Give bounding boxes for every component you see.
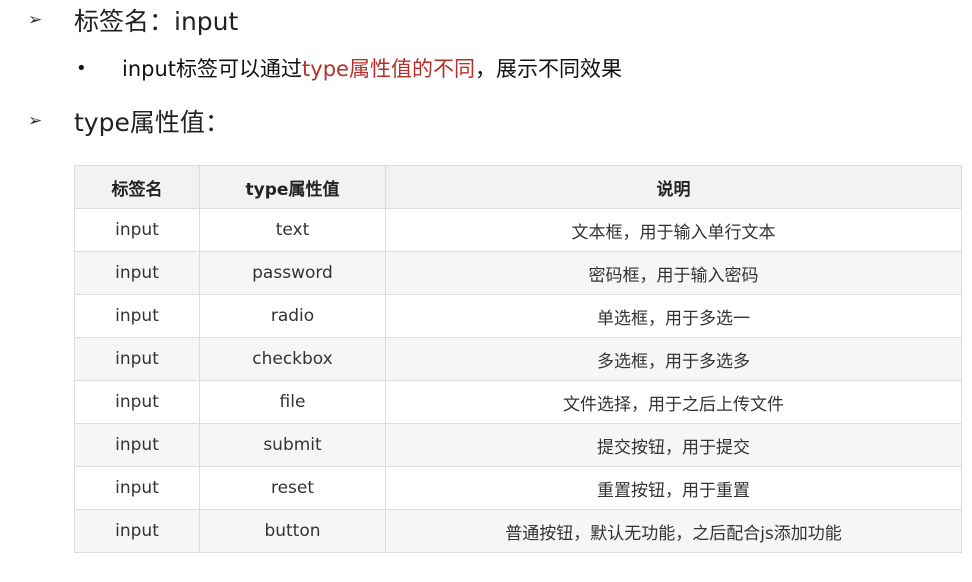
cell-description: 文件选择，用于之后上传文件 [385,380,962,424]
cell-tag-name: input [74,423,200,467]
subpoint-text-highlight: type属性值的不同 [302,57,475,81]
cell-description: 多选框，用于多选多 [385,337,962,381]
input-type-table: 标签名 type属性值 说明 input text 文本框，用于输入单行文本 i… [74,165,962,553]
cell-type-value: checkbox [199,337,386,381]
cell-type-value: reset [199,466,386,510]
cell-type-value: file [199,380,386,424]
cell-type-value: radio [199,294,386,338]
arrow-bullet-icon: ➢ [28,111,43,131]
cell-type-value: text [199,208,386,252]
heading-type-attribute-text: type属性值： [74,108,230,137]
column-header-description: 说明 [385,165,962,209]
cell-tag-name: input [74,251,200,295]
cell-type-value: submit [199,423,386,467]
cell-type-value: button [199,509,386,553]
table-row: input file 文件选择，用于之后上传文件 [74,380,962,424]
cell-description: 提交按钮，用于提交 [385,423,962,467]
column-header-tag-name: 标签名 [74,165,200,209]
arrow-bullet-icon: ➢ [28,10,43,30]
subpoint-text-before: input标签可以通过 [122,57,303,81]
table-header-row: 标签名 type属性值 说明 [74,165,962,209]
dot-bullet-icon: • [76,57,87,79]
cell-tag-name: input [74,466,200,510]
table-row: input checkbox 多选框，用于多选多 [74,337,962,381]
cell-tag-name: input [74,380,200,424]
table-row: input text 文本框，用于输入单行文本 [74,208,962,252]
heading-tag-name: ➢ 标签名：input [28,2,238,38]
heading-type-attribute: ➢ type属性值： [28,103,230,139]
cell-description: 重置按钮，用于重置 [385,466,962,510]
table-row: input radio 单选框，用于多选一 [74,294,962,338]
cell-tag-name: input [74,294,200,338]
subpoint-text-after: ，展示不同效果 [474,57,622,81]
cell-description: 普通按钮，默认无功能，之后配合js添加功能 [385,509,962,553]
table-row: input submit 提交按钮，用于提交 [74,423,962,467]
cell-description: 文本框，用于输入单行文本 [385,208,962,252]
subpoint-description: • input标签可以通过 type属性值的不同 ，展示不同效果 [76,52,622,84]
cell-tag-name: input [74,337,200,381]
cell-tag-name: input [74,208,200,252]
table-row: input reset 重置按钮，用于重置 [74,466,962,510]
cell-tag-name: input [74,509,200,553]
heading-tag-name-text: 标签名：input [74,7,239,36]
column-header-type-value: type属性值 [199,165,386,209]
cell-type-value: password [199,251,386,295]
cell-description: 单选框，用于多选一 [385,294,962,338]
table-row: input password 密码框，用于输入密码 [74,251,962,295]
cell-description: 密码框，用于输入密码 [385,251,962,295]
table-row: input button 普通按钮，默认无功能，之后配合js添加功能 [74,509,962,553]
